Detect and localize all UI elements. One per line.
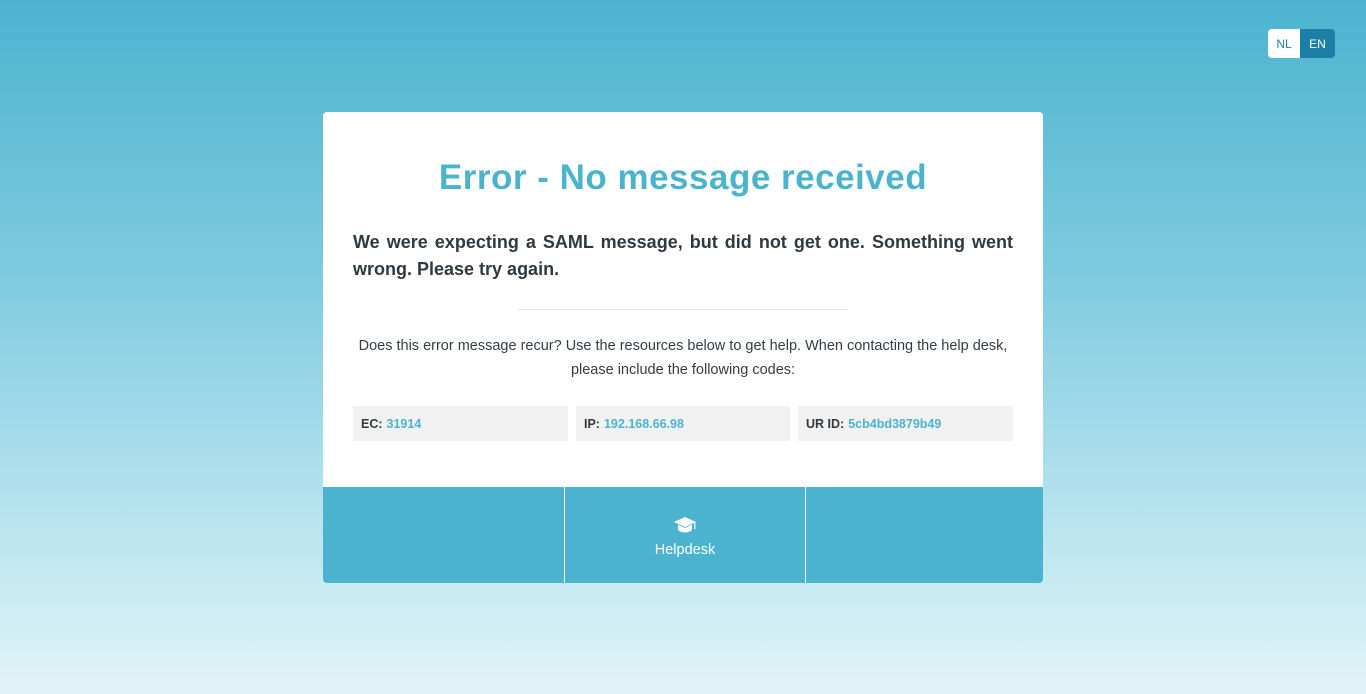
error-code-box: EC: 31914 bbox=[353, 406, 568, 441]
error-card-body: Error - No message received We were expe… bbox=[323, 112, 1043, 487]
language-nl-button[interactable]: NL bbox=[1268, 29, 1300, 58]
graduation-cap-icon bbox=[674, 517, 696, 533]
ec-value: 31914 bbox=[386, 416, 422, 431]
footer-empty-left bbox=[323, 487, 564, 583]
ip-label: IP: bbox=[584, 416, 600, 431]
error-message: We were expecting a SAML message, but di… bbox=[353, 232, 1013, 279]
error-codes: EC: 31914 IP: 192.168.66.98 UR ID: 5cb4b… bbox=[353, 406, 1013, 441]
helpdesk-label: Helpdesk bbox=[654, 542, 716, 558]
ur-id-label: UR ID: bbox=[806, 416, 845, 431]
helpdesk-link[interactable]: Helpdesk bbox=[564, 487, 806, 583]
error-title: Error - No message received bbox=[438, 158, 928, 197]
error-card: Error - No message received We were expe… bbox=[323, 112, 1043, 583]
footer-empty-right bbox=[806, 487, 1043, 583]
help-footer: Helpdesk bbox=[323, 487, 1043, 583]
ec-label: EC: bbox=[361, 416, 383, 431]
language-switcher: NL EN bbox=[1268, 29, 1335, 58]
ur-id-code-box: UR ID: 5cb4bd3879b49 bbox=[798, 406, 1013, 441]
help-text: Does this error message recur? Use the r… bbox=[358, 338, 1008, 378]
ur-id-value: 5cb4bd3879b49 bbox=[848, 416, 942, 431]
ip-value: 192.168.66.98 bbox=[603, 416, 684, 431]
language-en-button[interactable]: EN bbox=[1300, 29, 1335, 58]
divider bbox=[518, 309, 848, 310]
ip-code-box: IP: 192.168.66.98 bbox=[576, 406, 790, 441]
